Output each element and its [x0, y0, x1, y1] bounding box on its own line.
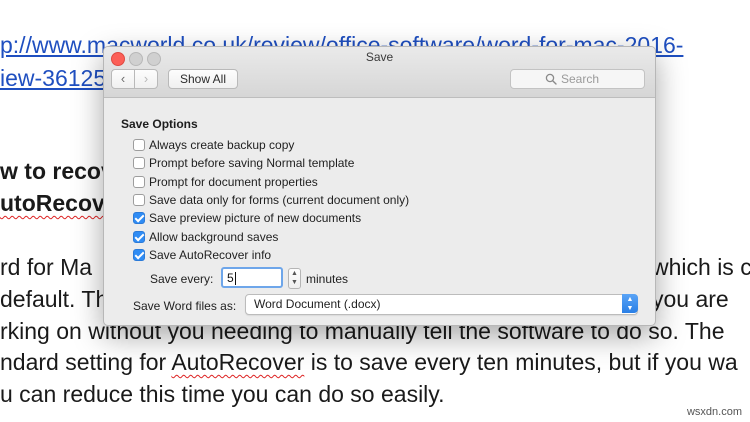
show-all-button[interactable]: Show All [168, 69, 238, 89]
doc-heading-line-1: w to recov [0, 158, 114, 184]
chevron-updown-icon: ▲ ▼ [622, 294, 638, 313]
autorecover-minutes-input[interactable]: 5 [221, 267, 283, 288]
option-label: Allow background saves [149, 230, 279, 244]
dialog-titlebar: Save ‹ › Show All Search [104, 47, 655, 98]
checkbox-checked[interactable] [133, 231, 145, 243]
save-as-label: Save Word files as: [133, 299, 237, 313]
text-caret [234, 272, 236, 286]
section-title: Save Options [121, 117, 198, 131]
dialog-content: Save Options Always create backup copy P… [104, 98, 655, 325]
minutes-label: minutes [306, 272, 349, 286]
doc-body-line-5: u can reduce this time you can do so eas… [0, 381, 445, 407]
search-icon [545, 73, 557, 85]
option-label: Save AutoRecover info [149, 248, 272, 262]
doc-body-line-4: ndard setting for AutoRecover is to save… [0, 349, 738, 376]
back-button[interactable]: ‹ [111, 69, 135, 89]
forward-button[interactable]: › [134, 69, 158, 89]
doc-body-line-2-left: default. Th [0, 286, 109, 312]
doc-url-line-2[interactable]: iew-36125 [0, 65, 106, 92]
option-label: Always create backup copy [149, 138, 295, 152]
save-format-select[interactable]: Word Document (.docx) ▲ ▼ [245, 294, 638, 315]
checkbox[interactable] [133, 194, 145, 206]
option-label: Save data only for forms (current docume… [149, 193, 410, 207]
save-format-value: Word Document (.docx) [254, 297, 381, 311]
doc-body-line-2-right: you are [652, 286, 729, 312]
watermark: wsxdn.com [686, 406, 742, 418]
search-placeholder: Search [561, 72, 600, 86]
checkbox-checked[interactable] [133, 212, 145, 224]
checkbox[interactable] [133, 176, 145, 188]
option-label: Save preview picture of new documents [149, 211, 362, 225]
option-label: Prompt for document properties [149, 175, 318, 189]
save-preferences-dialog: Save ‹ › Show All Search Save Options Al… [103, 46, 656, 326]
checkbox-checked[interactable] [133, 249, 145, 261]
doc-body-line-4a: ndard setting for [0, 349, 172, 375]
dialog-title: Save [365, 50, 394, 64]
save-every-label: Save every: [150, 272, 214, 286]
minutes-value: 5 [227, 271, 234, 285]
doc-body-line-1-left: rd for Ma [0, 254, 93, 280]
checkbox[interactable] [133, 157, 145, 169]
stepper-icon[interactable]: ▲ ▼ [288, 268, 301, 289]
doc-body-line-1-right: which is c [652, 254, 750, 280]
doc-body-line-4c: is to save every ten minutes, but if you… [304, 349, 738, 375]
checkbox[interactable] [133, 139, 145, 151]
doc-body-line-4b: AutoRecover [171, 349, 305, 375]
search-field[interactable]: Search [510, 69, 645, 89]
option-label: Prompt before saving Normal template [149, 156, 355, 170]
